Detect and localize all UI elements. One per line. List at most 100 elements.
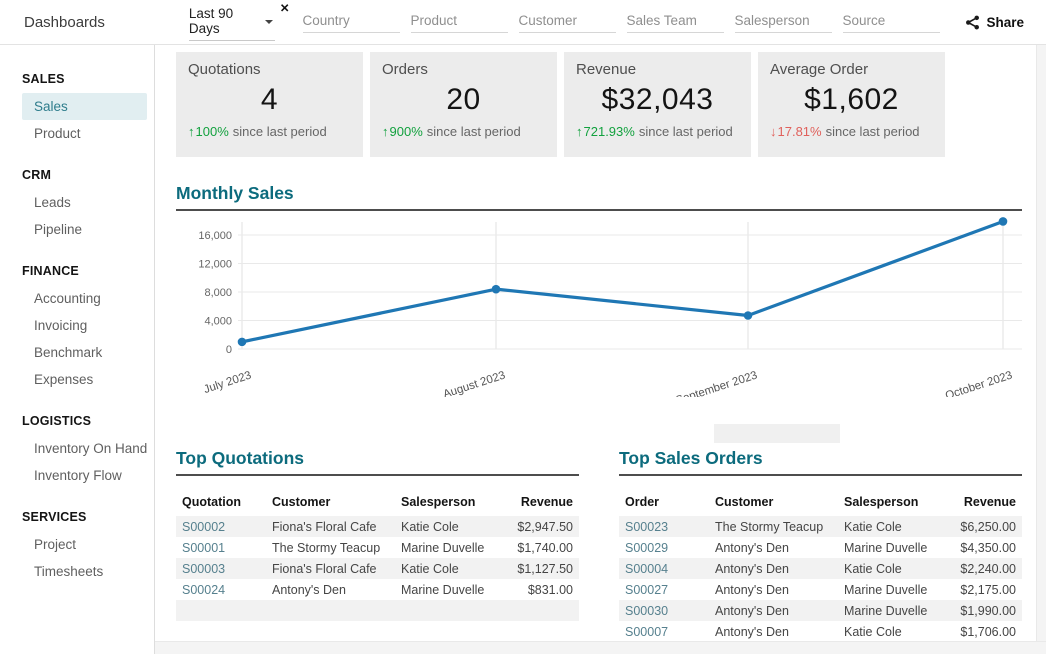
customer-cell: Antony's Den [709, 579, 838, 600]
sidebar-item-project[interactable]: Project [22, 531, 147, 558]
table-row: S00004Antony's DenKatie Cole$2,240.00 [619, 558, 1022, 579]
kpi-change: ↓17.81%since last period [770, 124, 933, 139]
customer-cell: Antony's Den [709, 558, 838, 579]
sales-line-series [242, 221, 1003, 341]
kpi-change-percent: 17.81% [778, 124, 822, 139]
filter-input-product[interactable] [411, 11, 508, 33]
top-sales-orders-title: Top Sales Orders [619, 448, 1022, 476]
table-row: S00023The Stormy TeacupKatie Cole$6,250.… [619, 516, 1022, 537]
customer-cell: Fiona's Floral Cafe [266, 558, 395, 579]
customer-cell: Antony's Den [709, 600, 838, 621]
table-row: S00007Antony's DenKatie Cole$1,706.00 [619, 621, 1022, 641]
table-row: S00030Antony's DenMarine Duvelle$1,990.0… [619, 600, 1022, 621]
customer-cell: Fiona's Floral Cafe [266, 516, 395, 537]
sidebar-item-inventory-on-hand[interactable]: Inventory On Hand [22, 435, 147, 462]
filter-input-source[interactable] [843, 11, 940, 33]
table-header-cell: Customer [709, 491, 838, 516]
kpi-title: Quotations [188, 61, 351, 78]
customer-cell: Antony's Den [266, 579, 395, 600]
record-id-link[interactable]: S00024 [176, 579, 266, 600]
app-title[interactable]: Dashboards [24, 14, 105, 31]
top-quotations-section: Top Quotations QuotationCustomerSalesper… [176, 448, 579, 641]
salesperson-cell: Katie Cole [838, 621, 942, 641]
revenue-cell: $1,127.50 [499, 558, 579, 579]
sidebar-section-title: CRM [22, 168, 154, 182]
kpi-card-average-order: Average Order$1,602↓17.81%since last per… [758, 52, 945, 157]
sidebar-item-product[interactable]: Product [22, 120, 147, 147]
filter-input-sales-team[interactable] [627, 11, 724, 33]
revenue-cell: $4,350.00 [942, 537, 1022, 558]
sidebar-item-inventory-flow[interactable]: Inventory Flow [22, 462, 147, 489]
top-quotations-table: QuotationCustomerSalespersonRevenue S000… [176, 491, 579, 621]
share-label: Share [986, 15, 1024, 30]
empty-cell [499, 600, 579, 621]
filter-input-salesperson[interactable] [735, 11, 832, 33]
arrow-up-icon: ↑ [576, 124, 583, 139]
revenue-cell: $2,240.00 [942, 558, 1022, 579]
table-row: S00029Antony's DenMarine Duvelle$4,350.0… [619, 537, 1022, 558]
y-axis-tick-label: 0 [226, 344, 232, 356]
kpi-title: Average Order [770, 61, 933, 78]
salesperson-cell: Katie Cole [395, 558, 499, 579]
salesperson-cell: Katie Cole [395, 516, 499, 537]
record-id-link[interactable]: S00027 [619, 579, 709, 600]
sidebar-section-crm: CRM LeadsPipeline [0, 168, 154, 243]
record-id-link[interactable]: S00023 [619, 516, 709, 537]
kpi-card-orders: Orders20↑900%since last period [370, 52, 557, 157]
sidebar-section-finance: FINANCE AccountingInvoicingBenchmarkExpen… [0, 264, 154, 393]
chevron-down-icon [265, 20, 273, 24]
dashboard-content: Quotations4↑100%since last periodOrders2… [155, 45, 1036, 641]
table-header-cell: Order [619, 491, 709, 516]
record-id-link[interactable]: S00007 [619, 621, 709, 641]
monthly-sales-chart: 04,0008,00012,00016,000July 2023August 2… [176, 215, 1022, 397]
sidebar-section-sales: SALES SalesProduct [0, 72, 154, 147]
empty-cell [176, 600, 266, 621]
sidebar-item-invoicing[interactable]: Invoicing [22, 312, 147, 339]
remove-filter-icon[interactable]: ✕ [280, 1, 290, 15]
kpi-change-percent: 900% [390, 124, 423, 139]
kpi-title: Revenue [576, 61, 739, 78]
share-button[interactable]: Share [965, 15, 1024, 30]
chart-wrap: 04,0008,00012,00016,000July 2023August 2… [176, 215, 1022, 402]
filter-input-customer[interactable] [519, 11, 616, 33]
kpi-change: ↑900%since last period [382, 124, 545, 139]
sidebar-item-pipeline[interactable]: Pipeline [22, 216, 147, 243]
sidebar-item-leads[interactable]: Leads [22, 189, 147, 216]
salesperson-cell: Marine Duvelle [838, 579, 942, 600]
table-row: S00027Antony's DenMarine Duvelle$2,175.0… [619, 579, 1022, 600]
record-id-link[interactable]: S00001 [176, 537, 266, 558]
topbar: Dashboards Last 90 Days ✕ Share [0, 0, 1046, 45]
sidebar-section-title: SALES [22, 72, 154, 86]
top-quotations-title: Top Quotations [176, 448, 579, 476]
sidebar-item-accounting[interactable]: Accounting [22, 285, 147, 312]
record-id-link[interactable]: S00030 [619, 600, 709, 621]
record-id-link[interactable]: S00003 [176, 558, 266, 579]
sidebar-item-expenses[interactable]: Expenses [22, 366, 147, 393]
sidebar-item-timesheets[interactable]: Timesheets [22, 558, 147, 585]
chart-scroll-placeholder [714, 424, 840, 443]
record-id-link[interactable]: S00029 [619, 537, 709, 558]
monthly-sales-section: Monthly Sales 04,0008,00012,00016,000Jul… [176, 183, 1022, 402]
kpi-card-revenue: Revenue$32,043↑721.93%since last period [564, 52, 751, 157]
kpi-change-suffix: since last period [639, 124, 733, 139]
sidebar: SALES SalesProduct CRM LeadsPipeline FINANCE… [0, 45, 155, 654]
date-range-filter[interactable]: Last 90 Days ✕ [189, 3, 290, 41]
vertical-scrollbar[interactable] [1036, 45, 1046, 641]
top-sales-orders-table: OrderCustomerSalespersonRevenue S00023Th… [619, 491, 1022, 641]
filter-input-country[interactable] [303, 11, 400, 33]
kpi-value: 20 [382, 83, 545, 117]
horizontal-scrollbar[interactable] [155, 641, 1046, 654]
record-id-link[interactable]: S00002 [176, 516, 266, 537]
sidebar-item-sales[interactable]: Sales [22, 93, 147, 120]
arrow-down-icon: ↓ [770, 124, 777, 139]
x-axis-tick-label: September 2023 [674, 369, 759, 397]
y-axis-tick-label: 12,000 [198, 259, 232, 271]
sidebar-section-title: FINANCE [22, 264, 154, 278]
table-header-cell: Quotation [176, 491, 266, 516]
sidebar-item-benchmark[interactable]: Benchmark [22, 339, 147, 366]
record-id-link[interactable]: S00004 [619, 558, 709, 579]
y-axis-tick-label: 16,000 [198, 230, 232, 242]
date-range-label: Last 90 Days [189, 6, 258, 36]
x-axis-tick-label: October 2023 [944, 369, 1014, 397]
salesperson-cell: Katie Cole [838, 516, 942, 537]
